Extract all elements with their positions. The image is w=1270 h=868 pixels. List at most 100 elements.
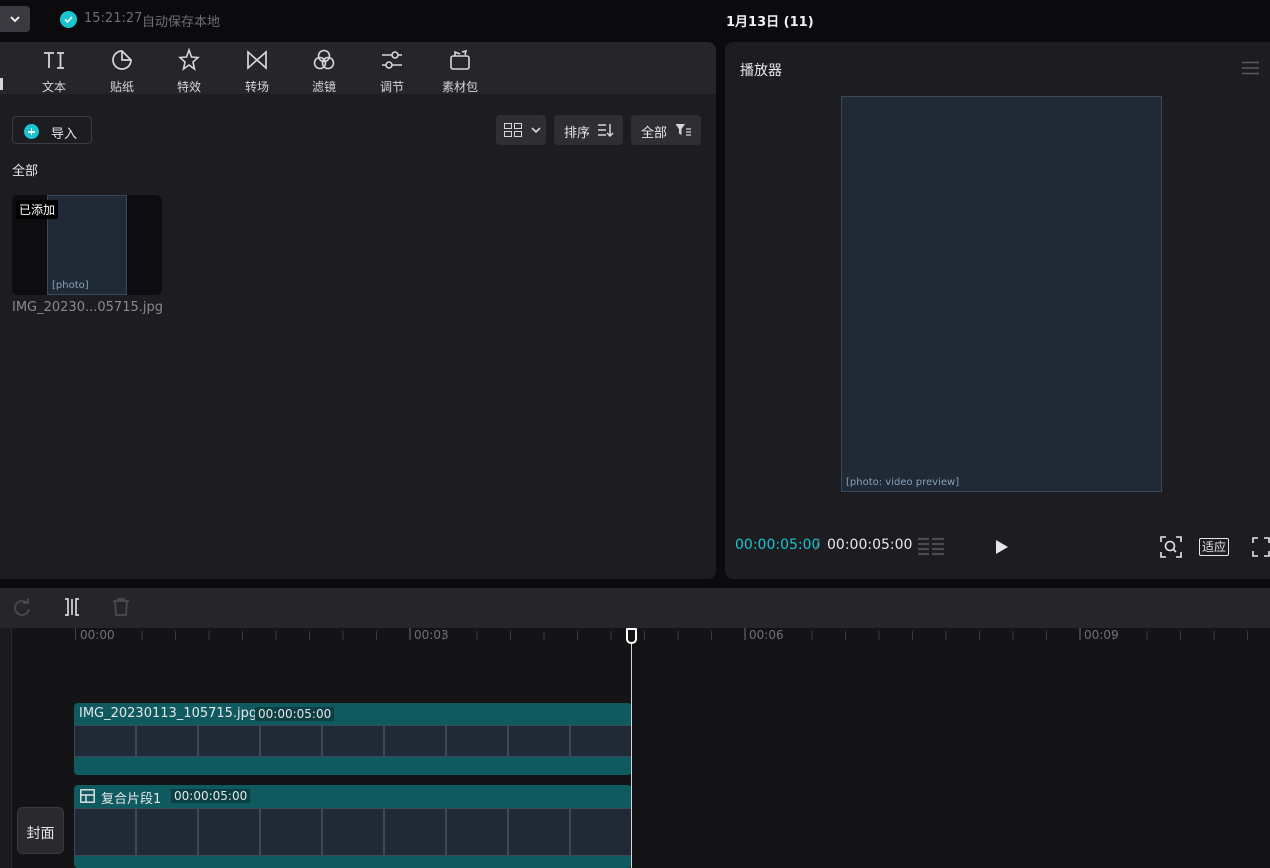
filmstrip-frame [260,808,322,856]
clip-name: 复合片段1 [101,792,162,807]
tab-material-pack[interactable]: 素材包 [430,44,490,94]
filmstrip-frame [260,725,322,757]
ruler-tick-label: 00:09 [1084,628,1119,642]
clip-filmstrip [74,808,632,856]
ruler-tick-label: 00:06 [749,628,784,642]
tab-adjust[interactable]: 调节 [362,44,422,94]
preview-frame: [photo: video preview] [841,96,1162,492]
ruler-tick-label: 00:03 [414,628,449,642]
filmstrip-frame [384,808,446,856]
sort-label: 排序 [564,126,591,141]
fullscreen-icon[interactable] [1252,537,1270,557]
hamburger-menu-icon[interactable] [1242,61,1259,75]
top-bar: 15:21:27 自动保存本地 1月13日 (11) [0,0,1270,40]
media-section-label: 全部 [12,164,39,179]
view-mode-button[interactable] [496,115,546,145]
autosave-status: 自动保存本地 [142,15,221,30]
ruler-tick-label: 00:00 [80,628,115,642]
import-button[interactable]: 导入 [12,116,92,144]
project-title: 1月13日 (11) [726,15,814,30]
tab-label: 转场 [244,80,269,94]
tab-label: 贴纸 [109,80,134,94]
sticker-icon [112,50,132,70]
text-icon [44,52,64,69]
funnel-icon [675,124,691,136]
waveform-grid-icon[interactable] [917,536,945,558]
check-circle-icon [60,11,77,28]
cover-button[interactable]: 封面 [17,807,64,854]
filter-icon [313,49,335,70]
filmstrip-frame [322,725,384,757]
autosave-time: 15:21:27 [84,11,143,26]
tab-effects[interactable]: 特效 [159,44,219,94]
filter-button[interactable]: 全部 [631,115,701,145]
filmstrip-frame [198,725,260,757]
clip-filmstrip [74,725,632,757]
play-icon[interactable] [995,539,1009,555]
effects-icon [178,48,200,71]
filmstrip-frame [570,725,632,757]
timeline-clip-compound[interactable]: 复合片段1 00:00:05:00 [74,785,632,868]
added-badge: 已添加 [16,200,59,219]
transition-icon [247,50,267,70]
clip-duration: 00:00:05:00 [171,789,251,803]
media-thumbnail: [photo] [47,195,127,295]
total-time: 00:00:05:00 [827,537,913,553]
media-item-name: IMG_20230...05715.jpg [12,300,163,315]
filmstrip-frame [136,725,198,757]
zoom-preview-icon[interactable] [1160,536,1182,558]
redo-icon[interactable] [13,598,31,616]
filmstrip-frame [384,725,446,757]
timeline[interactable]: 00:00 00:03 00:06 00:09 IMG_20230113_105… [0,628,1270,868]
tab-transition[interactable]: 转场 [227,44,287,94]
clip-duration: 00:00:05:00 [255,707,335,721]
clip-name: IMG_20230113_105715.jpg [79,706,258,721]
filmstrip-frame [74,725,136,757]
media-tab-overflow[interactable] [0,78,3,90]
time-separator: / [815,537,820,553]
filter-label: 全部 [641,126,668,141]
fit-ratio-button[interactable]: 适应 [1199,538,1230,556]
filmstrip-frame [74,808,136,856]
tab-label: 滤镜 [311,80,336,94]
playhead[interactable] [631,634,632,868]
playhead-handle[interactable] [626,628,637,644]
material-pack-icon [450,49,470,70]
split-icon[interactable] [64,598,80,616]
media-item[interactable]: [photo] 已添加 [12,195,162,295]
tab-filter[interactable]: 滤镜 [294,44,354,94]
main-menu-button[interactable] [0,6,30,32]
delete-icon[interactable] [113,598,129,616]
player-title: 播放器 [740,63,782,79]
filmstrip-frame [136,808,198,856]
media-tab-bar: 文本 贴纸 特效 转场 滤镜 调节 素材包 [0,42,716,94]
filmstrip-frame [570,808,632,856]
tab-label: 文本 [41,80,66,94]
filmstrip-frame [508,808,570,856]
track-header-column [0,628,12,868]
player-panel: 播放器 [photo: video preview] 00:00:05:00 /… [725,42,1270,579]
tab-text[interactable]: 文本 [24,44,84,94]
tab-label: 调节 [379,80,404,94]
import-label: 导入 [51,127,78,142]
compound-clip-icon [80,789,95,803]
cover-label: 封面 [26,826,55,842]
tab-sticker[interactable]: 贴纸 [92,44,152,94]
plus-circle-icon [24,124,39,139]
sort-button[interactable]: 排序 [554,115,623,145]
grid-view-icon [504,123,522,137]
tab-label: 特效 [176,80,201,94]
sort-icon [598,124,614,137]
media-panel: 文本 贴纸 特效 转场 滤镜 调节 素材包 导入 排序 全部 全部 [photo… [0,42,716,579]
chevron-down-icon [531,127,541,134]
filmstrip-frame [322,808,384,856]
filmstrip-frame [508,725,570,757]
timeline-clip-image[interactable]: IMG_20230113_105715.jpg 00:00:05:00 [74,703,632,775]
current-time: 00:00:05:00 [735,537,821,553]
filmstrip-frame [446,725,508,757]
filmstrip-frame [446,808,508,856]
chevron-down-icon [10,16,20,23]
adjust-icon [382,51,402,69]
tab-label: 素材包 [441,80,478,94]
filmstrip-frame [198,808,260,856]
